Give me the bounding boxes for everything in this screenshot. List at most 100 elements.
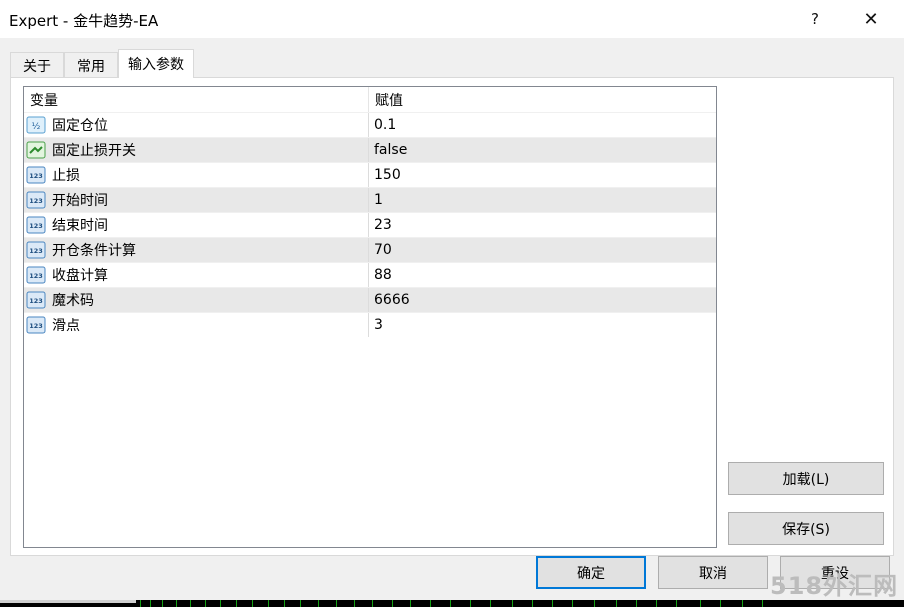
- parameter-value[interactable]: 0.1: [369, 113, 716, 137]
- close-button[interactable]: ✕: [842, 0, 900, 38]
- parameter-name-cell: 固定止损开关: [24, 138, 369, 162]
- parameter-name: 开仓条件计算: [52, 243, 136, 259]
- parameter-value[interactable]: false: [369, 138, 716, 162]
- parameter-name-cell: ½ 固定仓位: [24, 113, 369, 137]
- ok-button[interactable]: 确定: [536, 556, 646, 589]
- parameter-row[interactable]: ½ 固定仓位 0.1: [24, 112, 716, 137]
- background-line: [0, 600, 136, 603]
- expert-dialog: Expert - 金牛趋势-EA ? ✕ 关于 常用 输入参数 变量 赋值 ½ 固…: [0, 0, 904, 600]
- background-tick: [268, 600, 269, 607]
- parameter-name-cell: 123 开仓条件计算: [24, 238, 369, 262]
- parameter-name: 结束时间: [52, 218, 108, 234]
- svg-text:123: 123: [29, 222, 43, 230]
- parameter-name-cell: 123 结束时间: [24, 213, 369, 237]
- svg-text:123: 123: [29, 297, 43, 305]
- background-tick: [162, 600, 163, 607]
- parameter-value[interactable]: 6666: [369, 288, 716, 312]
- parameter-value[interactable]: 70: [369, 238, 716, 262]
- svg-text:½: ½: [32, 122, 41, 132]
- integer-123-icon: 123: [26, 316, 46, 334]
- parameter-row[interactable]: 123 止损 150: [24, 162, 716, 187]
- tab-common[interactable]: 常用: [64, 52, 118, 78]
- background-tick: [236, 600, 237, 607]
- background-tick: [318, 600, 319, 607]
- background-tick: [720, 600, 721, 607]
- window-title: Expert - 金牛趋势-EA: [9, 12, 159, 30]
- parameter-name-cell: 123 滑点: [24, 313, 369, 337]
- parameter-name: 固定止损开关: [52, 143, 136, 159]
- grid-header: 变量 赋值: [24, 87, 716, 112]
- grid-rows: ½ 固定仓位 0.1 固定止损开关 false 123 止损 150 123 开始时间 1 123 结束…: [24, 112, 716, 337]
- background-tick: [354, 600, 355, 607]
- svg-text:123: 123: [29, 322, 43, 330]
- background-tick: [300, 600, 301, 607]
- background-tick: [594, 600, 595, 607]
- integer-123-icon: 123: [26, 191, 46, 209]
- tab-about[interactable]: 关于: [10, 52, 64, 78]
- background-tick: [700, 600, 701, 607]
- parameter-name-cell: 123 开始时间: [24, 188, 369, 212]
- background-tick: [762, 600, 763, 607]
- header-value[interactable]: 赋值: [369, 87, 716, 112]
- watermark-logo: 518外汇网: [770, 572, 899, 600]
- background-tick: [552, 600, 553, 607]
- background-tick: [450, 600, 451, 607]
- parameter-value[interactable]: 150: [369, 163, 716, 187]
- parameter-name: 收盘计算: [52, 268, 108, 284]
- parameter-row[interactable]: 123 开始时间 1: [24, 187, 716, 212]
- integer-123-icon: 123: [26, 266, 46, 284]
- background-tick: [430, 600, 431, 607]
- background-tick: [636, 600, 637, 607]
- parameter-value[interactable]: 23: [369, 213, 716, 237]
- background-tick: [490, 600, 491, 607]
- parameter-row[interactable]: 123 开仓条件计算 70: [24, 237, 716, 262]
- cancel-button[interactable]: 取消: [658, 556, 768, 589]
- help-button[interactable]: ?: [786, 0, 844, 38]
- background-tick: [512, 600, 513, 607]
- parameters-grid: 变量 赋值 ½ 固定仓位 0.1 固定止损开关 false 123 止损 150 123 开始时间…: [23, 86, 717, 548]
- parameter-name-cell: 123 止损: [24, 163, 369, 187]
- parameter-name: 止损: [52, 168, 80, 184]
- background-chart-strip: [0, 600, 904, 607]
- integer-123-icon: 123: [26, 166, 46, 184]
- background-tick: [336, 600, 337, 607]
- parameter-row[interactable]: 固定止损开关 false: [24, 137, 716, 162]
- header-variable[interactable]: 变量: [24, 87, 369, 112]
- parameter-row[interactable]: 123 结束时间 23: [24, 212, 716, 237]
- parameter-row[interactable]: 123 收盘计算 88: [24, 262, 716, 287]
- background-tick: [284, 600, 285, 607]
- background-tick: [150, 600, 151, 607]
- background-tick: [676, 600, 677, 607]
- background-tick: [656, 600, 657, 607]
- background-tick: [176, 600, 177, 607]
- parameter-value[interactable]: 88: [369, 263, 716, 287]
- background-tick: [616, 600, 617, 607]
- parameter-name: 开始时间: [52, 193, 108, 209]
- svg-text:123: 123: [29, 247, 43, 255]
- background-tick: [372, 600, 373, 607]
- background-tick: [140, 600, 141, 607]
- svg-text:123: 123: [29, 272, 43, 280]
- parameter-name: 魔术码: [52, 293, 94, 309]
- parameter-row[interactable]: 123 滑点 3: [24, 312, 716, 337]
- background-tick: [742, 600, 743, 607]
- background-tick: [252, 600, 253, 607]
- background-tick: [220, 600, 221, 607]
- parameter-name: 固定仓位: [52, 118, 108, 134]
- svg-text:123: 123: [29, 172, 43, 180]
- parameter-name-cell: 123 收盘计算: [24, 263, 369, 287]
- background-tick: [410, 600, 411, 607]
- background-tick: [470, 600, 471, 607]
- parameter-name-cell: 123 魔术码: [24, 288, 369, 312]
- save-button[interactable]: 保存(S): [728, 512, 884, 545]
- title-bar: Expert - 金牛趋势-EA ? ✕: [0, 0, 904, 38]
- parameter-value[interactable]: 3: [369, 313, 716, 337]
- tab-inputs[interactable]: 输入参数: [118, 49, 194, 78]
- integer-123-icon: 123: [26, 216, 46, 234]
- background-tick: [190, 600, 191, 607]
- parameter-row[interactable]: 123 魔术码 6666: [24, 287, 716, 312]
- integer-123-icon: 123: [26, 291, 46, 309]
- svg-text:123: 123: [29, 197, 43, 205]
- parameter-value[interactable]: 1: [369, 188, 716, 212]
- load-button[interactable]: 加载(L): [728, 462, 884, 495]
